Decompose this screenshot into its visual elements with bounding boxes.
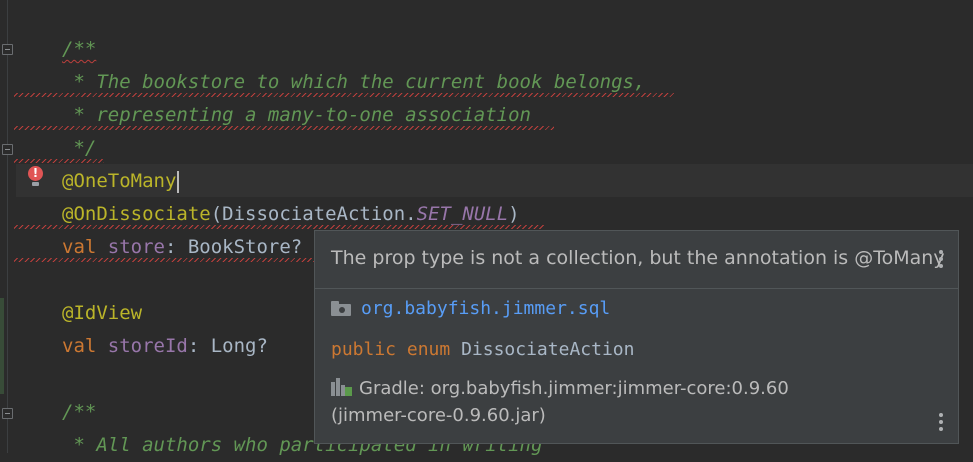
code-token: /** — [62, 401, 97, 423]
code-token: ) — [508, 203, 520, 225]
code-token: * The bookstore to which the current boo… — [62, 71, 646, 93]
package-folder-icon — [331, 301, 351, 316]
code-token: */ — [62, 137, 97, 159]
error-squiggle — [14, 258, 314, 262]
fold-toggle-icon[interactable] — [2, 144, 13, 156]
vcs-change-marker[interactable] — [0, 298, 4, 394]
quick-documentation-popup[interactable]: The prop type is not a collection, but t… — [314, 230, 959, 444]
code-line: @IdView — [62, 297, 142, 330]
code-token: @IdView — [62, 302, 143, 324]
code-token: store — [107, 236, 165, 258]
jar-file-name: (jimmer-core-0.9.60.jar) — [331, 405, 546, 426]
code-token: SET_NULL — [416, 203, 509, 225]
code-token: val — [62, 236, 108, 258]
package-link[interactable]: org.babyfish.jimmer.sql — [361, 297, 610, 321]
error-bulb-icon[interactable]: ! — [27, 166, 43, 188]
error-squiggle — [14, 225, 544, 229]
code-token: val — [62, 335, 108, 357]
keyword-enum: enum — [406, 339, 451, 360]
popup-divider — [315, 288, 958, 289]
code-line: val storeId: Long? — [62, 330, 268, 363]
code-token: (DissociateAction. — [210, 203, 417, 225]
more-vertical-icon[interactable] — [938, 250, 944, 270]
code-token: : Long? — [187, 335, 268, 357]
text-cursor — [177, 170, 180, 193]
fold-toggle-icon[interactable] — [2, 408, 13, 420]
error-squiggle — [14, 159, 104, 163]
fold-toggle-icon[interactable] — [2, 44, 13, 56]
error-message: The prop type is not a collection, but t… — [331, 247, 945, 269]
more-vertical-icon[interactable] — [938, 413, 944, 433]
library-info: Gradle: org.babyfish.jimmer:jimmer-core:… — [331, 375, 931, 429]
code-token: /** — [62, 38, 97, 60]
error-squiggle — [14, 126, 554, 130]
code-token: : BookStore? — [164, 236, 303, 258]
code-line: /** — [62, 33, 96, 66]
error-squiggle — [14, 93, 674, 97]
keyword-public: public — [331, 339, 397, 360]
gutter-divider — [7, 0, 8, 453]
code-token: * representing a many-to-one association — [62, 104, 531, 126]
gradle-coordinates: Gradle: org.babyfish.jimmer:jimmer-core:… — [359, 378, 789, 399]
code-line: /** — [62, 396, 96, 429]
gradle-library-icon — [331, 378, 353, 396]
code-line: @OneToMany — [62, 165, 180, 198]
code-token: @OneToMany — [62, 170, 177, 192]
code-token: storeId — [107, 335, 188, 357]
code-token: @OnDissociate — [62, 203, 211, 225]
declaration-signature: public enum DissociateAction — [331, 339, 634, 360]
declaration-name: DissociateAction — [461, 339, 635, 360]
